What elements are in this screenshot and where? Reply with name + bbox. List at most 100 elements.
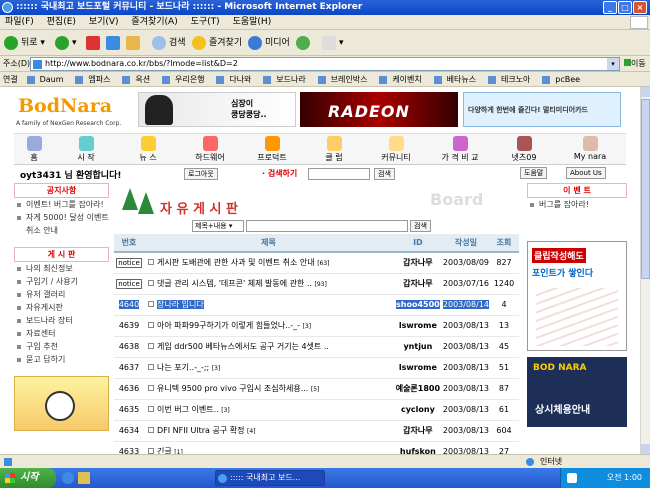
maximize-button[interactable]: □ [618, 1, 632, 14]
link-daum[interactable]: Daum [24, 72, 70, 86]
notice-item[interactable]: 이벤트! 버그를 잡아라! [14, 198, 109, 211]
tray-icon[interactable] [567, 473, 577, 483]
mail-button[interactable]: ▾ [322, 34, 344, 52]
link-kbench[interactable]: 케이벤치 [376, 72, 427, 86]
table-row[interactable]: 4637 나는 포기..-_-;; [3] lswrome 2003/08/13 51 [114, 357, 519, 379]
start-button[interactable]: 시작 [0, 468, 56, 488]
vertical-scrollbar[interactable] [640, 87, 650, 454]
stop-button[interactable] [86, 34, 103, 52]
forward-button[interactable]: ▾ [55, 34, 77, 52]
row-subject[interactable]: 나는 포기..-_-;; [3] [144, 357, 393, 379]
nav-club[interactable]: 클 럽 [304, 134, 364, 165]
close-button[interactable]: × [633, 1, 647, 14]
board-link[interactable]: 자유게시판 [14, 301, 109, 314]
link-pcbee[interactable]: pcBee [539, 72, 586, 86]
address-input[interactable]: http://www.bodnara.co.kr/bbs/?lmode=list… [30, 57, 620, 71]
board-search-select[interactable]: 제목+내용 ▾ [192, 220, 244, 232]
nav-start[interactable]: 시 작 [56, 134, 116, 165]
board-link[interactable]: 묻고 답하기 [14, 353, 109, 366]
menu-file[interactable]: 파일(F) [0, 15, 39, 30]
scroll-thumb[interactable] [641, 99, 650, 279]
row-subject[interactable]: 이번 버그 이벤트.. [3] [144, 399, 393, 421]
row-author-id[interactable]: cyclony [392, 399, 443, 421]
table-row[interactable]: 4634 DFI NFII Ultra 공구 확정 [4] 갑자나무 2003/08/… [114, 420, 519, 442]
link-technoa[interactable]: 테크노아 [485, 72, 536, 86]
scroll-down-icon[interactable] [641, 444, 650, 454]
logout-button[interactable]: 로그아웃 [184, 168, 218, 180]
media-button[interactable]: 미디어 [248, 34, 290, 52]
minimize-button[interactable]: _ [603, 1, 617, 14]
row-subject[interactable]: DFI NFII Ultra 공구 확정 [4] [144, 420, 393, 442]
link-danawa[interactable]: 다나와 [213, 72, 257, 86]
about-us-button[interactable]: About Us [566, 167, 606, 179]
link-bodnara[interactable]: 보드나라 [260, 72, 311, 86]
nav-news[interactable]: 뉴 스 [118, 134, 178, 165]
site-search-input[interactable] [308, 168, 370, 180]
row-author-id[interactable]: 갑자나무 [392, 420, 443, 442]
nav-netz09[interactable]: 넷츠09 [494, 134, 554, 165]
refresh-button[interactable] [106, 34, 123, 52]
row-subject[interactable]: 게시판 도배관에 관한 사과 및 이벤트 취소 안내 [63] [144, 252, 393, 274]
taskbar-window-item[interactable]: ::::: 국내최고 보드... [215, 470, 325, 486]
row-author-id[interactable]: shoo4500 [392, 294, 443, 316]
menu-edit[interactable]: 편집(E) [42, 15, 81, 30]
quicklaunch-desktop-icon[interactable] [78, 472, 90, 484]
table-row[interactable]: 4640 장나라 입니다 shoo4500 2003/08/14 4 [114, 294, 519, 316]
banner-ad-1[interactable]: 심장이 쿵당쿵당.. [138, 92, 296, 127]
board-link[interactable]: 보드나라 장터 [14, 314, 109, 327]
nav-product[interactable]: 프로덕트 [242, 134, 302, 165]
row-subject[interactable]: 게임 ddr500 베타뉴스에서도 공구 거기는 4셋트 .. [144, 336, 393, 358]
link-woori[interactable]: 우리은행 [159, 72, 210, 86]
search-button[interactable]: 검색 [152, 34, 186, 52]
back-button[interactable]: 뒤로 ▾ [4, 34, 45, 52]
menu-view[interactable]: 보기(V) [84, 15, 124, 30]
menu-help[interactable]: 도움말(H) [228, 15, 277, 30]
nav-my-nara[interactable]: My nara [556, 134, 624, 165]
table-row[interactable]: 4639 아아 파파99구하기가 이렇게 힘들었나..-_- [3] lswrome… [114, 315, 519, 337]
row-author-id[interactable]: 예술론1800 [392, 378, 443, 400]
menu-tools[interactable]: 도구(T) [186, 15, 225, 30]
board-search-button[interactable]: 검색 [410, 220, 431, 232]
nav-price-compare[interactable]: 가 격 비 교 [428, 134, 492, 165]
history-button[interactable] [296, 34, 313, 52]
event-item[interactable]: 버그를 잡아라! [527, 198, 627, 211]
cartoon-banner[interactable] [14, 376, 109, 431]
board-link[interactable]: 나의 최신정보 [14, 262, 109, 275]
menu-favorites[interactable]: 즐겨찾기(A) [126, 15, 182, 30]
row-subject[interactable]: 댓글 관리 시스템, '데프콘' 체제 발동에 관한 .. [93] [144, 273, 393, 295]
row-author-id[interactable]: 갑자나무 [392, 273, 443, 295]
site-logo[interactable]: BodNara [18, 95, 112, 117]
link-auction[interactable]: 옥션 [119, 72, 156, 86]
nav-hardware[interactable]: 하드웨어 [180, 134, 240, 165]
row-author-id[interactable]: 갑자나무 [392, 252, 443, 274]
board-link[interactable]: 자료센터 [14, 327, 109, 340]
board-search-input[interactable] [246, 220, 408, 232]
link-empas[interactable]: 엠파스 [72, 72, 116, 86]
banner-ad-radeon[interactable]: RADEON [300, 92, 458, 127]
table-row[interactable]: 4635 이번 버그 이벤트.. [3] cyclony 2003/08/13 61 [114, 399, 519, 421]
point-ad-banner[interactable]: 클립작성해도 포인트가 쌓인다 [527, 241, 627, 351]
link-betanews[interactable]: 베타뉴스 [431, 72, 482, 86]
home-button[interactable] [126, 34, 143, 52]
table-row[interactable]: notice 댓글 관리 시스템, '데프콘' 체제 발동에 관한 .. [93]… [114, 273, 519, 295]
nav-home[interactable]: 홈 [14, 134, 54, 165]
go-button[interactable]: 이동 [624, 56, 646, 72]
nav-community[interactable]: 커뮤니티 [366, 134, 426, 165]
bodnara-ad-banner[interactable]: BOD NARA 상시체용안내 [527, 357, 627, 427]
row-subject[interactable]: 장나라 입니다 [144, 294, 393, 316]
board-link[interactable]: 유저 갤러리 [14, 288, 109, 301]
row-author-id[interactable]: lswrome [392, 315, 443, 337]
board-link[interactable]: 구입 추천 [14, 340, 109, 353]
quicklaunch-ie-icon[interactable] [62, 472, 74, 484]
banner-ad-multimedia[interactable]: 다양하게 한번에 즐긴다! 멀티미디어카드 [463, 92, 621, 127]
table-row[interactable]: notice 게시판 도배관에 관한 사과 및 이벤트 취소 안내 [63] 갑자나… [114, 252, 519, 274]
notice-item[interactable]: 자게 5000! 달성 이벤트 취소 안내 [14, 211, 109, 237]
table-row[interactable]: 4638 게임 ddr500 베타뉴스에서도 공구 거기는 4셋트 .. yntj… [114, 336, 519, 358]
scroll-up-icon[interactable] [641, 87, 650, 97]
favorites-button[interactable]: 즐겨찾기 [192, 34, 242, 52]
row-subject[interactable]: 유니텍 9500 pro vivo 구입시 조심하세용... [5] [144, 378, 393, 400]
link-brainbox[interactable]: 브레인박스 [315, 72, 374, 86]
row-subject[interactable]: 아아 파파99구하기가 이렇게 힘들었나..-_- [3] [144, 315, 393, 337]
board-link[interactable]: 구입기 / 사용기 [14, 275, 109, 288]
help-button[interactable]: 도움말 [520, 167, 548, 179]
